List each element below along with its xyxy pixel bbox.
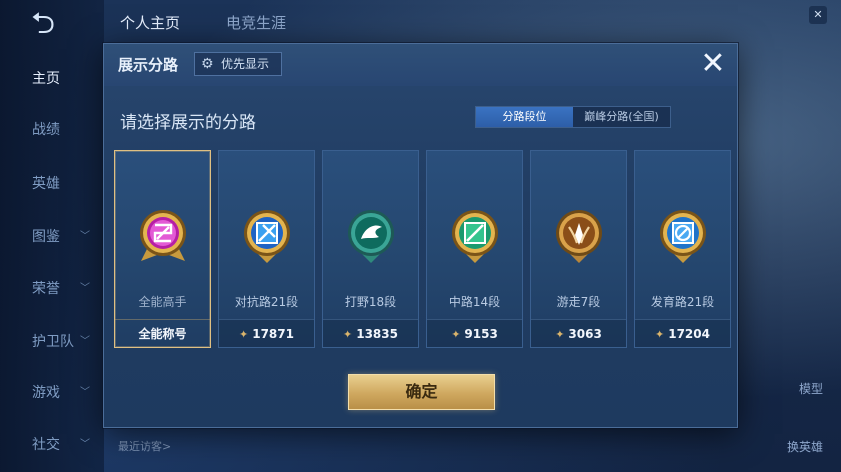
lane-card-all-round[interactable]: 全能高手 全能称号 (114, 150, 211, 348)
nav-label: 荣誉 (32, 281, 60, 297)
lane-value-text: 全能称号 (138, 327, 187, 341)
lane-card-jungle[interactable]: 打野18段 ✦ 13835 (322, 150, 419, 348)
lane-points: ✦ 3063 (531, 319, 626, 347)
nav-label: 图鉴 (32, 229, 60, 245)
jungle-emblem-icon (348, 210, 394, 263)
roam-emblem-icon (556, 210, 602, 263)
back-arrow-icon[interactable]: ⮌ (18, 8, 68, 40)
nav-item-game[interactable]: 游戏 ﹀ (0, 380, 104, 406)
points-icon: ✦ (239, 328, 249, 341)
lane-card-clash[interactable]: 对抗路21段 ✦ 17871 (218, 150, 315, 348)
tab-lane-rank[interactable]: 分路段位 (476, 107, 573, 127)
dialog-title: 展示分路 (118, 56, 179, 74)
tab-peak-lane-national[interactable]: 巅峰分路(全国) (573, 107, 670, 127)
left-navigation: ⮌ 主页 战绩 英雄 图鉴 ﹀ 荣誉 ﹀ 护卫队 ﹀ 游戏 ﹀ 社交 ﹀ (0, 0, 104, 472)
lane-name: 游走7段 (556, 295, 601, 309)
farm-lane-emblem-icon (660, 210, 706, 263)
recent-visitors-link[interactable]: 最近访客> (118, 438, 171, 454)
priority-display-button[interactable]: ⚙ 优先显示 (194, 52, 282, 76)
points-icon: ✦ (451, 328, 461, 341)
nav-item-gallery[interactable]: 图鉴 ﹀ (0, 224, 104, 250)
tab-esports-career[interactable]: 电竞生涯 (226, 12, 286, 33)
lane-name: 打野18段 (344, 295, 397, 309)
lane-points-text: 9153 (464, 327, 498, 341)
nav-label: 主页 (32, 71, 60, 87)
mid-lane-emblem-icon (452, 210, 498, 263)
all-round-emblem-icon (140, 210, 186, 261)
chevron-down-icon: ﹀ (80, 336, 90, 347)
nav-label: 护卫队 (32, 334, 74, 350)
nav-label: 游戏 (32, 385, 60, 401)
chevron-down-icon: ﹀ (80, 439, 90, 450)
clash-lane-emblem-icon (244, 210, 290, 263)
lane-points: ✦ 13835 (323, 319, 418, 347)
swap-hero-button[interactable]: 换英雄 (787, 438, 823, 455)
lane-name: 对抗路21段 (234, 295, 299, 309)
lane-points-text: 3063 (568, 327, 602, 341)
nav-label: 战绩 (32, 122, 60, 138)
lane-points: ✦ 17204 (635, 319, 730, 347)
close-button[interactable]: ✕ (698, 49, 728, 80)
lane-mode-toggle: 分路段位 巅峰分路(全国) (475, 106, 671, 128)
gear-icon: ⚙ (201, 56, 214, 72)
lane-points: ✦ 17871 (219, 319, 314, 347)
lane-name: 中路14段 (448, 295, 501, 309)
lane-card-mid[interactable]: 中路14段 ✦ 9153 (426, 150, 523, 348)
lane-card-list: 全能高手 全能称号 对抗路21段 ✦ 17871 打野18段 ✦ 13835 中… (114, 150, 731, 350)
lane-points-text: 17871 (252, 327, 294, 341)
nav-item-guard-team[interactable]: 护卫队 ﹀ (0, 329, 104, 355)
dialog-header: 展示分路 ⚙ 优先显示 ✕ (104, 44, 737, 86)
lane-card-farm[interactable]: 发育路21段 ✦ 17204 (634, 150, 731, 348)
points-icon: ✦ (555, 328, 565, 341)
model-button[interactable]: 模型 (799, 380, 823, 397)
select-lane-prompt: 请选择展示的分路 (120, 113, 256, 133)
points-icon: ✦ (655, 328, 665, 341)
lane-value: 全能称号 (115, 319, 210, 347)
lane-points: ✦ 9153 (427, 319, 522, 347)
tab-profile[interactable]: 个人主页 (120, 12, 180, 33)
lane-display-dialog: 展示分路 ⚙ 优先显示 ✕ 请选择展示的分路 分路段位 巅峰分路(全国) 全能高… (103, 43, 738, 428)
close-icon[interactable]: ✕ (809, 6, 827, 24)
chevron-down-icon: ﹀ (80, 231, 90, 242)
lane-name: 发育路21段 (650, 295, 715, 309)
nav-item-social[interactable]: 社交 ﹀ (0, 432, 104, 458)
lane-card-roam[interactable]: 游走7段 ✦ 3063 (530, 150, 627, 348)
priority-display-label: 优先显示 (221, 57, 270, 71)
lane-points-text: 17204 (668, 327, 710, 341)
chevron-down-icon: ﹀ (80, 283, 90, 294)
nav-label: 社交 (32, 437, 60, 453)
nav-label: 英雄 (32, 176, 60, 192)
nav-item-record[interactable]: 战绩 (0, 117, 104, 143)
confirm-button[interactable]: 确定 (348, 374, 495, 410)
nav-item-heroes[interactable]: 英雄 (0, 171, 104, 197)
points-icon: ✦ (343, 328, 353, 341)
lane-name: 全能高手 (138, 295, 187, 309)
top-right-controls: ✕ (652, 6, 827, 28)
chevron-down-icon: ﹀ (80, 387, 90, 398)
nav-item-home[interactable]: 主页 (0, 66, 104, 92)
lane-points-text: 13835 (356, 327, 398, 341)
nav-item-honor[interactable]: 荣誉 ﹀ (0, 276, 104, 302)
